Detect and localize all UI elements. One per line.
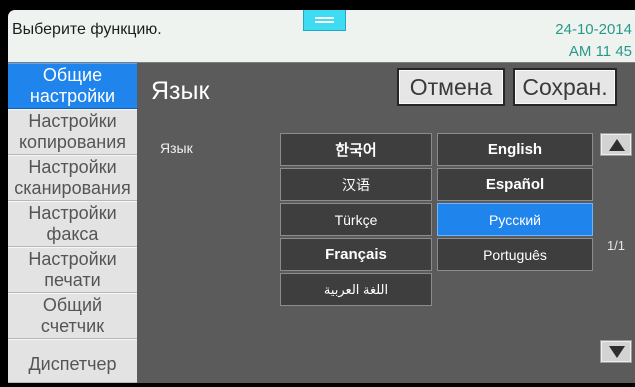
scroll-up-button[interactable] — [600, 133, 632, 156]
sidebar-item-label: Общие — [42, 65, 103, 85]
language-field-label: Язык — [160, 140, 193, 156]
panel-handle-tab[interactable] — [303, 10, 346, 31]
page-indicator: 1/1 — [606, 238, 626, 253]
sidebar-item-total-counter[interactable]: Общий счетчик — [8, 293, 137, 339]
language-option-turkish[interactable]: Türkçe — [280, 203, 432, 236]
handle-icon — [315, 17, 334, 23]
language-option-russian[interactable]: Русский — [437, 203, 593, 236]
device-screen: Выберите функцию. 24-10-2014 AM 11 45 Об… — [8, 10, 635, 383]
language-options-grid: 한국어 English 汉语 Español Türkçe Русский Fr… — [280, 133, 593, 306]
status-date: 24-10-2014 — [555, 21, 632, 38]
sidebar-item-manager[interactable]: Диспетчер — [8, 339, 137, 383]
sidebar-item-label: Настройки — [28, 157, 117, 177]
language-option-english[interactable]: English — [437, 133, 593, 166]
sidebar-item-label: Общий — [42, 295, 103, 315]
sidebar-item-label: сканирования — [14, 178, 131, 198]
sidebar-item-scan-settings[interactable]: Настройки сканирования — [8, 155, 137, 201]
sidebar-item-label: настройки — [29, 86, 116, 106]
status-bar: Выберите функцию. 24-10-2014 AM 11 45 — [8, 10, 635, 63]
sidebar-item-print-settings[interactable]: Настройки печати — [8, 247, 137, 293]
language-option-portuguese[interactable]: Português — [437, 238, 593, 271]
language-option-french[interactable]: Français — [280, 238, 432, 271]
sidebar-item-label: Настройки — [28, 249, 117, 269]
triangle-down-icon — [609, 346, 625, 358]
sidebar-item-label: печати — [44, 270, 101, 290]
status-time: AM 11 45 — [568, 43, 632, 60]
scroll-down-button[interactable] — [600, 340, 632, 363]
sidebar: Общие настройки Настройки копирования На… — [8, 63, 137, 383]
language-option-spanish[interactable]: Español — [437, 168, 593, 201]
sidebar-item-fax-settings[interactable]: Настройки факса — [8, 201, 137, 247]
sidebar-item-general-settings[interactable]: Общие настройки — [8, 63, 137, 109]
language-option-korean[interactable]: 한국어 — [280, 133, 432, 166]
language-option-arabic[interactable]: اللغة العربية — [280, 273, 432, 306]
sidebar-item-label: Настройки — [28, 111, 117, 131]
settings-panel: Язык Отмена Сохран. Язык 한국어 English 汉语 … — [137, 63, 635, 383]
cancel-button[interactable]: Отмена — [397, 68, 505, 106]
language-option-chinese[interactable]: 汉语 — [280, 168, 432, 201]
page-title: Язык — [151, 77, 210, 105]
save-button[interactable]: Сохран. — [513, 68, 617, 106]
sidebar-item-label: факса — [46, 224, 99, 244]
sidebar-item-label: счетчик — [40, 316, 105, 336]
status-message: Выберите функцию. — [12, 21, 162, 38]
sidebar-item-label: копирования — [18, 132, 127, 152]
sidebar-item-label: Настройки — [28, 203, 117, 223]
sidebar-item-label: Диспетчер — [28, 353, 117, 374]
sidebar-item-copy-settings[interactable]: Настройки копирования — [8, 109, 137, 155]
triangle-up-icon — [609, 139, 625, 151]
